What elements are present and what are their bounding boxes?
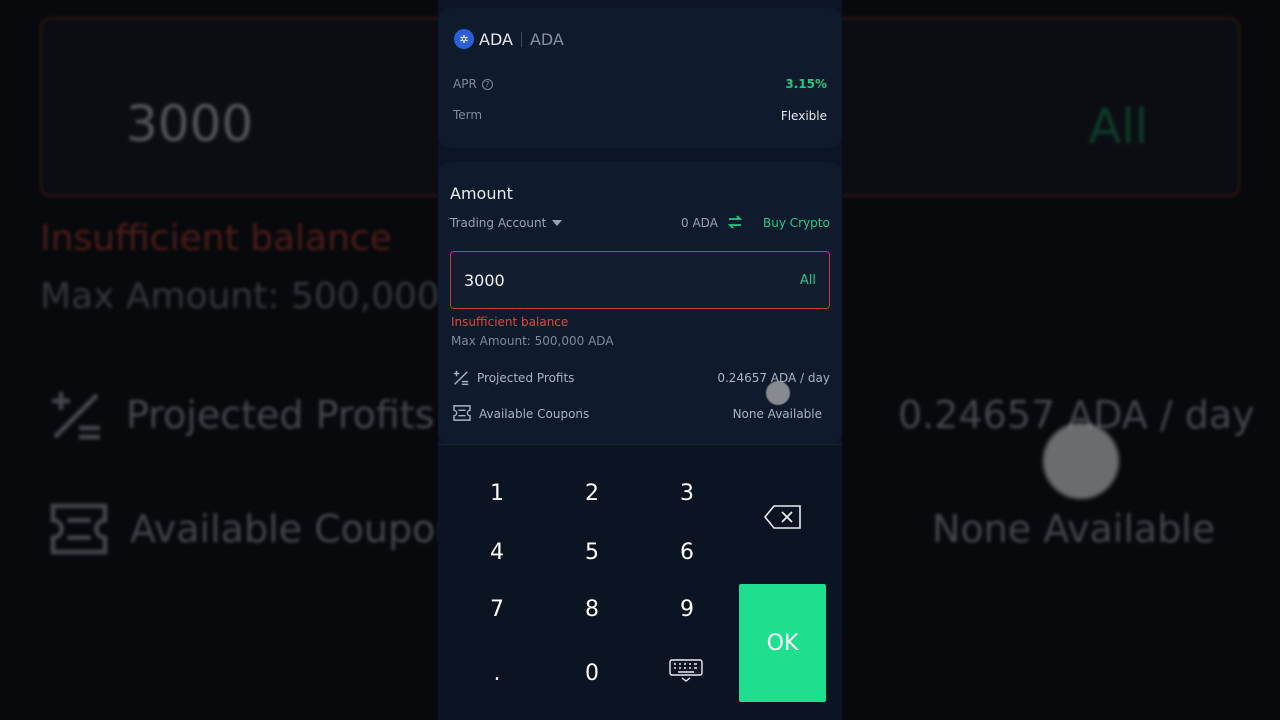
backspace-icon xyxy=(763,505,801,529)
bg-error-text: Insufficient balance xyxy=(40,218,392,259)
coin-name: ADA xyxy=(479,29,513,49)
key-9[interactable]: 9 xyxy=(642,582,732,636)
bg-projected-profits-icon xyxy=(52,392,100,440)
phone-screen: ✲ ADA ADA APR ? 3.15% Term Flexible Amou… xyxy=(438,0,842,720)
apr-label: APR xyxy=(453,77,477,91)
amount-input[interactable]: 3000 All xyxy=(450,251,830,309)
coin-header: ✲ ADA ADA xyxy=(454,29,564,49)
amount-card: Amount Trading Account 0 ADA Buy Crypto … xyxy=(438,162,842,444)
account-selector[interactable]: Trading Account xyxy=(450,216,563,230)
product-card: ✲ ADA ADA APR ? 3.15% Term Flexible xyxy=(438,8,842,148)
apr-value: 3.15% xyxy=(785,77,827,91)
available-coupons-value[interactable]: None Available xyxy=(733,407,822,421)
caret-down-icon xyxy=(552,220,563,226)
key-dot[interactable]: . xyxy=(452,646,542,700)
key-6[interactable]: 6 xyxy=(642,525,732,579)
all-button[interactable]: All xyxy=(800,273,816,288)
projected-profits-icon xyxy=(453,370,469,386)
backspace-key[interactable] xyxy=(758,501,808,533)
projected-profits-label: Projected Profits xyxy=(477,371,575,385)
term-label: Term xyxy=(453,108,483,122)
amount-title: Amount xyxy=(450,184,513,203)
key-4[interactable]: 4 xyxy=(452,525,542,579)
coupon-icon xyxy=(453,405,471,421)
transfer-icon[interactable] xyxy=(727,214,743,230)
max-amount-text: Max Amount: 500,000 ADA xyxy=(451,334,614,348)
error-message: Insufficient balance xyxy=(451,315,569,329)
keyboard-icon xyxy=(669,659,703,682)
keyboard-toggle-key[interactable] xyxy=(666,655,706,687)
key-3[interactable]: 3 xyxy=(642,466,732,520)
key-2[interactable]: 2 xyxy=(547,466,637,520)
apr-label-row: APR ? xyxy=(453,77,493,91)
bg-coupon-icon xyxy=(50,503,108,555)
touch-indicator xyxy=(766,381,790,405)
key-0[interactable]: 0 xyxy=(547,646,637,700)
key-5[interactable]: 5 xyxy=(547,525,637,579)
buy-crypto-link[interactable]: Buy Crypto xyxy=(763,216,830,230)
key-8[interactable]: 8 xyxy=(547,582,637,636)
bg-amount-value: 3000 xyxy=(126,95,254,153)
coin-subname: ADA xyxy=(529,29,564,49)
coin-separator xyxy=(520,31,522,47)
key-1[interactable]: 1 xyxy=(452,466,542,520)
bg-all-label: All xyxy=(1088,99,1148,155)
amount-input-value: 3000 xyxy=(464,271,505,290)
bg-touch-indicator xyxy=(1043,423,1119,499)
account-balance: 0 ADA xyxy=(681,216,718,230)
account-label: Trading Account xyxy=(450,216,547,230)
numeric-keypad: 1 2 3 4 5 6 7 8 9 . 0 OK xyxy=(438,444,842,720)
key-7[interactable]: 7 xyxy=(452,582,542,636)
ok-button[interactable]: OK xyxy=(739,584,826,702)
available-coupons-label: Available Coupons xyxy=(479,407,590,421)
bg-projected-label: Projected Profits xyxy=(126,393,435,437)
bg-coupons-value: None Available xyxy=(932,507,1216,551)
bg-coupons-label: Available Coupons xyxy=(130,507,480,551)
ada-coin-icon: ✲ xyxy=(454,29,474,49)
term-value: Flexible xyxy=(780,109,827,123)
help-icon[interactable]: ? xyxy=(481,78,493,90)
